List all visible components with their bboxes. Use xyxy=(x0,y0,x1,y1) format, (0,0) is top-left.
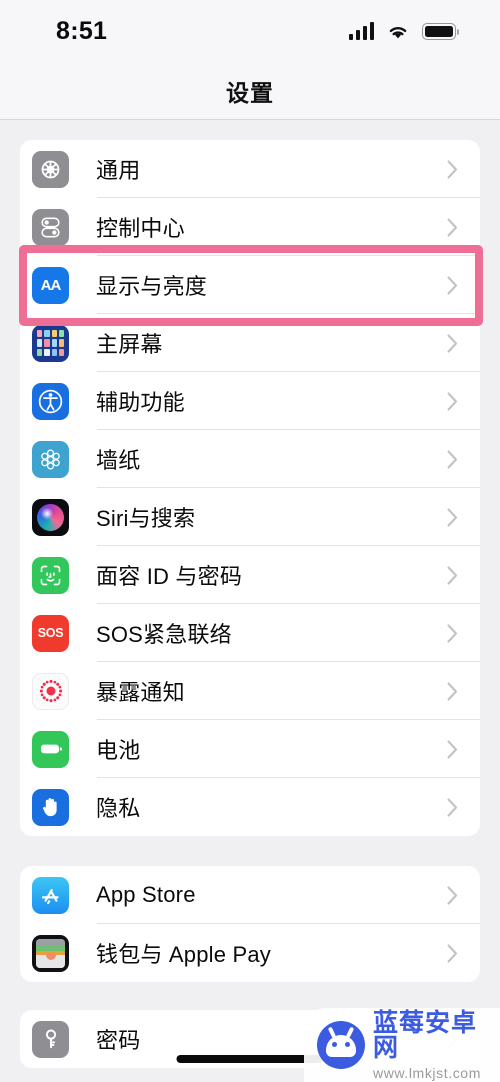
settings-row-face-id-passcode[interactable]: 面容 ID 与密码 xyxy=(20,546,480,604)
display-brightness-aa-icon: AA xyxy=(32,266,69,304)
battery-icon xyxy=(32,730,69,768)
status-bar-indicators xyxy=(349,22,459,40)
settings-row-label: 显示与亮度 xyxy=(96,274,208,299)
settings-row-privacy[interactable]: 隐私 xyxy=(20,778,480,836)
exposure-notification-icon xyxy=(32,672,69,710)
emergency-sos-icon: SOS xyxy=(32,614,69,652)
chevron-right-icon xyxy=(447,885,458,905)
chevron-right-icon xyxy=(447,275,458,295)
settings-row-exposure-notifications[interactable]: 暴露通知 xyxy=(20,662,480,720)
settings-row-label: SOS紧急联络 xyxy=(96,622,232,647)
chevron-right-icon xyxy=(447,797,458,817)
watermark-url: www.lmkjst.com xyxy=(373,1064,481,1081)
settings-row-siri-search[interactable]: Siri与搜索 xyxy=(20,488,480,546)
settings-row-display-brightness[interactable]: AA 显示与亮度 xyxy=(20,256,480,314)
settings-row-label: 面容 ID 与密码 xyxy=(96,564,243,589)
battery-full-icon xyxy=(422,22,459,40)
cellular-signal-icon xyxy=(349,22,374,40)
settings-row-label: 电池 xyxy=(96,738,141,763)
settings-row-general[interactable]: 通用 xyxy=(20,140,480,198)
android-robot-logo-icon xyxy=(317,1021,365,1069)
settings-row-home-screen[interactable]: 主屏幕 xyxy=(20,314,480,372)
iphone-settings-screen: 8:51 设置 通用 控制中心 AA 显示与亮度 主屏幕 辅助功能 墙纸 Sir… xyxy=(0,0,500,1082)
settings-list: 通用 控制中心 AA 显示与亮度 主屏幕 辅助功能 墙纸 Siri与搜索 面容 … xyxy=(0,140,500,1068)
chevron-right-icon xyxy=(447,217,458,237)
settings-row-label: 暴露通知 xyxy=(96,680,185,705)
privacy-hand-icon xyxy=(32,788,69,826)
settings-row-wallet-apple-pay[interactable]: 钱包与 Apple Pay xyxy=(20,924,480,982)
accessibility-icon xyxy=(32,382,69,420)
chevron-right-icon xyxy=(447,565,458,585)
settings-row-label: 控制中心 xyxy=(96,216,185,241)
chevron-right-icon xyxy=(447,449,458,469)
status-bar: 8:51 xyxy=(0,0,500,62)
chevron-right-icon xyxy=(447,739,458,759)
site-watermark: 蓝莓安卓网 www.lmkjst.com xyxy=(304,1008,500,1082)
wallet-icon xyxy=(32,934,69,972)
home-screen-grid-icon xyxy=(32,324,69,362)
settings-row-label: 通用 xyxy=(96,158,141,183)
face-id-icon xyxy=(32,556,69,594)
chevron-right-icon xyxy=(447,333,458,353)
passwords-key-icon xyxy=(32,1020,69,1058)
control-center-icon xyxy=(32,208,69,246)
settings-row-app-store[interactable]: App Store xyxy=(20,866,480,924)
chevron-right-icon xyxy=(447,507,458,527)
wifi-icon xyxy=(389,26,407,39)
settings-row-label: 钱包与 Apple Pay xyxy=(96,942,272,967)
settings-row-label: 隐私 xyxy=(96,796,141,821)
chevron-right-icon xyxy=(447,391,458,411)
status-bar-time: 8:51 xyxy=(56,16,108,45)
settings-row-label: App Store xyxy=(96,882,196,907)
gear-icon xyxy=(32,150,69,188)
settings-row-emergency-sos[interactable]: SOS SOS紧急联络 xyxy=(20,604,480,662)
settings-row-label: 辅助功能 xyxy=(96,390,185,415)
settings-row-label: Siri与搜索 xyxy=(96,506,196,531)
wallpaper-flower-icon xyxy=(32,440,69,478)
home-indicator xyxy=(176,1055,324,1063)
siri-icon xyxy=(32,498,69,536)
settings-row-control-center[interactable]: 控制中心 xyxy=(20,198,480,256)
chevron-right-icon xyxy=(447,623,458,643)
settings-row-label: 墙纸 xyxy=(96,448,141,473)
settings-row-battery[interactable]: 电池 xyxy=(20,720,480,778)
settings-row-wallpaper[interactable]: 墙纸 xyxy=(20,430,480,488)
chevron-right-icon xyxy=(447,681,458,701)
settings-group-system: 通用 控制中心 AA 显示与亮度 主屏幕 辅助功能 墙纸 Siri与搜索 面容 … xyxy=(20,140,480,836)
chevron-right-icon xyxy=(447,943,458,963)
settings-group-store: App Store 钱包与 Apple Pay xyxy=(20,866,480,982)
settings-row-label: 密码 xyxy=(96,1028,141,1053)
settings-row-label: 主屏幕 xyxy=(96,332,163,357)
app-store-icon xyxy=(32,876,69,914)
page-title: 设置 xyxy=(226,79,274,106)
navigation-bar: 设置 xyxy=(0,62,500,120)
settings-row-accessibility[interactable]: 辅助功能 xyxy=(20,372,480,430)
watermark-site-name: 蓝莓安卓网 xyxy=(373,1008,478,1062)
chevron-right-icon xyxy=(447,159,458,179)
